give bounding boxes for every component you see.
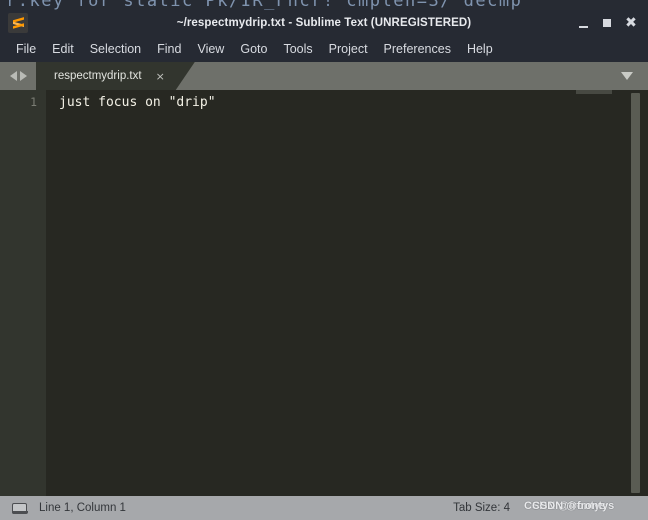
close-button[interactable]: ✖ bbox=[620, 12, 642, 34]
minimize-button[interactable] bbox=[572, 12, 594, 34]
menu-item-preferences[interactable]: Preferences bbox=[376, 39, 459, 59]
desktop-backdrop: r.key for static Pk/IR_Fncr! cmplen=3/ d… bbox=[0, 0, 648, 10]
menu-item-goto[interactable]: Goto bbox=[232, 39, 275, 59]
tab-close-icon[interactable]: × bbox=[156, 71, 165, 82]
tab-list-dropdown-button[interactable] bbox=[616, 62, 638, 90]
code-line: just focus on "drip" bbox=[59, 95, 216, 110]
menu-item-file[interactable]: File bbox=[8, 39, 44, 59]
chevron-right-icon[interactable] bbox=[20, 71, 27, 81]
sublime-text-window: ~/respectmydrip.txt - Sublime Text (UNRE… bbox=[0, 10, 648, 520]
tab-nav-arrows bbox=[0, 62, 34, 90]
monitor-icon bbox=[11, 502, 28, 514]
sublime-s-glyph bbox=[12, 17, 24, 29]
editor-area: 1 just focus on "drip" bbox=[0, 90, 648, 496]
cursor-position-status[interactable]: Line 1, Column 1 bbox=[39, 502, 126, 514]
window-controls: ✖ bbox=[572, 10, 642, 36]
title-bar[interactable]: ~/respectmydrip.txt - Sublime Text (UNRE… bbox=[0, 10, 648, 36]
tab-bar: respectmydrip.txt × bbox=[0, 62, 648, 90]
sublime-text-logo-icon bbox=[8, 13, 28, 33]
menu-item-find[interactable]: Find bbox=[149, 39, 189, 59]
tab-label: respectmydrip.txt bbox=[54, 70, 142, 82]
minimize-icon bbox=[578, 25, 588, 28]
maximize-button[interactable] bbox=[596, 12, 618, 34]
watermark: CSDN @frontys CSDN @frontys bbox=[524, 496, 636, 520]
watermark-text-overlay: CSDN @frontys bbox=[532, 500, 615, 512]
line-number: 1 bbox=[30, 95, 37, 109]
menu-item-help[interactable]: Help bbox=[459, 39, 501, 59]
chevron-left-icon[interactable] bbox=[10, 71, 17, 81]
code-pane[interactable]: just focus on "drip" bbox=[46, 90, 648, 496]
menu-item-view[interactable]: View bbox=[189, 39, 232, 59]
menu-item-selection[interactable]: Selection bbox=[82, 39, 149, 59]
line-number-gutter: 1 bbox=[0, 90, 46, 496]
menu-bar: File Edit Selection Find View Goto Tools… bbox=[0, 36, 648, 62]
chevron-down-icon bbox=[621, 72, 633, 80]
menu-item-tools[interactable]: Tools bbox=[275, 39, 320, 59]
desktop-background-text: r.key for static Pk/IR_Fncr! cmplen=3/ d… bbox=[6, 0, 523, 10]
tab-respectmydrip-txt[interactable]: respectmydrip.txt × bbox=[36, 62, 195, 90]
status-bar: Line 1, Column 1 Tab Size: 4 CSDN @front… bbox=[0, 496, 648, 520]
menu-item-edit[interactable]: Edit bbox=[44, 39, 82, 59]
tab-size-status[interactable]: Tab Size: 4 bbox=[453, 502, 510, 514]
window-title: ~/respectmydrip.txt - Sublime Text (UNRE… bbox=[176, 17, 472, 29]
menu-item-project[interactable]: Project bbox=[321, 39, 376, 59]
render-artifact bbox=[576, 90, 612, 94]
editor-vertical-scrollbar[interactable] bbox=[625, 90, 648, 496]
maximize-icon bbox=[603, 19, 611, 27]
scrollbar-thumb[interactable] bbox=[631, 93, 640, 493]
close-icon: ✖ bbox=[625, 15, 637, 31]
